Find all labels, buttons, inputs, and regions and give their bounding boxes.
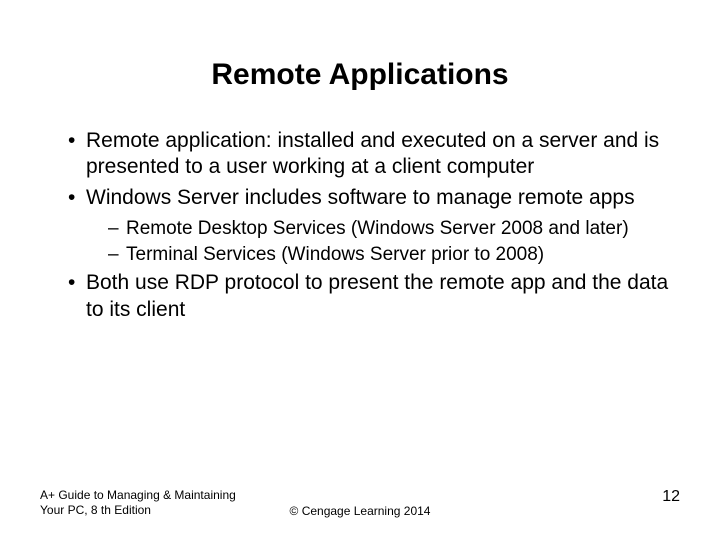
sub-bullet-item: Terminal Services (Windows Server prior … [108, 243, 680, 267]
slide: Remote Applications Remote application: … [0, 0, 720, 540]
footer-copyright: © Cengage Learning 2014 [40, 504, 680, 518]
footer-source-line: A+ Guide to Managing & Maintaining [40, 488, 236, 503]
slide-title: Remote Applications [40, 58, 680, 92]
sub-bullet-list: Remote Desktop Services (Windows Server … [86, 217, 680, 267]
bullet-text: Windows Server includes software to mana… [86, 186, 635, 209]
bullet-item: Both use RDP protocol to present the rem… [68, 270, 680, 323]
sub-bullet-item: Remote Desktop Services (Windows Server … [108, 217, 680, 241]
bullet-list: Remote application: installed and execut… [40, 128, 680, 323]
bullet-item: Windows Server includes software to mana… [68, 185, 680, 267]
bullet-item: Remote application: installed and execut… [68, 128, 680, 181]
page-number: 12 [662, 488, 680, 506]
